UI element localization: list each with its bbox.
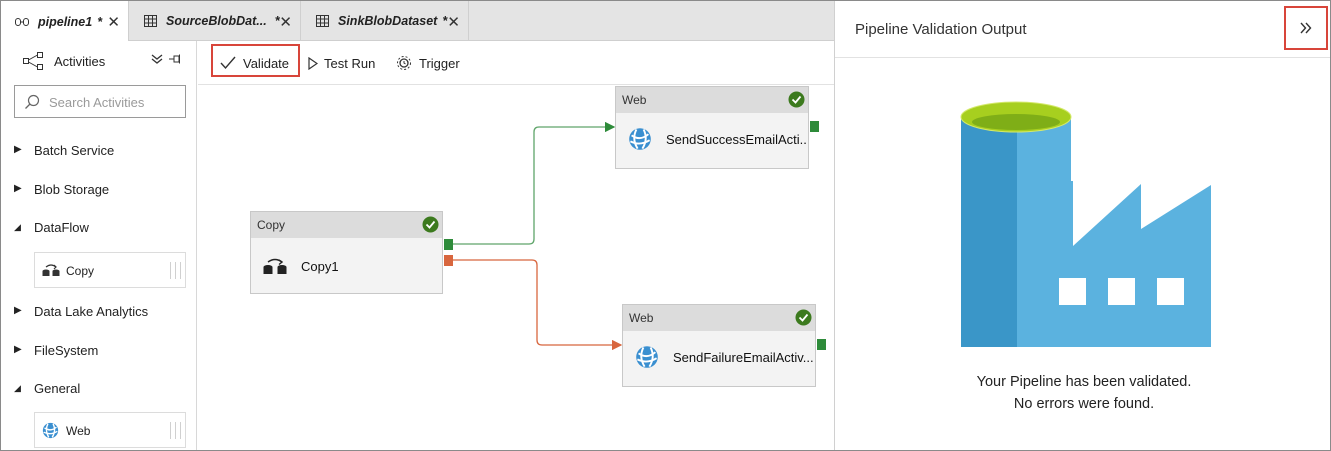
expand-arrow-icon: ▶ <box>14 183 22 194</box>
collapse-arrow-icon: ◢ <box>14 383 21 393</box>
category-dataflow[interactable]: ◢ DataFlow <box>1 213 197 243</box>
validate-button[interactable]: Validate <box>220 41 289 85</box>
copy-activity-icon <box>42 263 60 280</box>
category-data-lake-analytics[interactable]: ▶ Data Lake Analytics <box>1 297 197 327</box>
output-port[interactable] <box>817 339 826 350</box>
node-name-label: SendSuccessEmailActi... <box>666 132 808 147</box>
tab-pipeline1[interactable]: pipeline1 * ✕ <box>1 1 129 42</box>
activities-panel: Activities ▶ Batch Service ▶ Blob Storag… <box>1 41 197 450</box>
success-output-port[interactable] <box>444 239 453 250</box>
checkmark-icon <box>220 56 236 70</box>
activity-item-label: Web <box>66 424 91 438</box>
drag-handle-icon[interactable] <box>170 422 181 439</box>
test-run-button[interactable]: Test Run <box>308 41 375 85</box>
web-activity-icon <box>42 422 59 442</box>
activity-item-label: Copy <box>66 264 95 278</box>
search-icon <box>24 94 40 113</box>
send-failure-email-node[interactable]: Web SendFailureEmailActiv... <box>622 304 816 387</box>
collapse-arrow-icon: ◢ <box>14 222 21 232</box>
expand-arrow-icon: ▶ <box>14 144 22 155</box>
category-blob-storage[interactable]: ▶ Blob Storage <box>1 175 197 205</box>
validation-message-line2: No errors were found. <box>1013 396 1155 412</box>
validation-output-panel: Pipeline Validation Output Your Pipeline… <box>834 1 1330 450</box>
validate-label: Validate <box>243 55 290 71</box>
tab-sink-blob-dataset[interactable]: SinkBlobDataset * ✕ <box>301 1 469 41</box>
trigger-gear-icon <box>396 55 412 71</box>
table-icon <box>143 14 157 28</box>
failure-connector <box>452 259 623 351</box>
node-type-label: Web <box>622 93 647 107</box>
category-label: Blob Storage <box>34 182 110 197</box>
category-label: FileSystem <box>34 343 99 358</box>
expand-arrow-icon: ▶ <box>14 305 22 316</box>
close-icon[interactable]: ✕ <box>447 13 460 31</box>
category-label: Data Lake Analytics <box>34 304 149 319</box>
activities-title: Activities <box>54 54 106 69</box>
trigger-button[interactable]: Trigger <box>396 41 460 85</box>
test-run-label: Test Run <box>324 55 376 71</box>
pipeline-icon <box>15 15 29 29</box>
validated-check-icon <box>795 309 812 329</box>
table-icon <box>315 14 329 28</box>
pipeline-toolbar: Validate Test Run Trigger <box>198 41 834 85</box>
collapse-panel-button[interactable] <box>1284 6 1328 50</box>
tab-label: SinkBlobDataset <box>338 14 438 28</box>
node-header: Web <box>623 305 815 331</box>
data-factory-icon <box>960 101 1211 347</box>
node-type-label: Web <box>629 311 654 325</box>
activity-item-web[interactable]: Web <box>34 412 186 448</box>
send-success-email-node[interactable]: Web SendSuccessEmailActi... <box>615 86 809 169</box>
web-activity-icon <box>628 127 652 154</box>
node-name-label: SendFailureEmailActiv... <box>673 350 814 365</box>
search-activities-box[interactable] <box>14 85 186 118</box>
category-label: General <box>34 381 81 396</box>
copy-activity-icon <box>263 257 287 278</box>
tab-label: pipeline1 <box>38 14 93 29</box>
tab-label: SourceBlobDat... <box>166 14 267 28</box>
play-icon <box>308 56 318 70</box>
failure-output-port[interactable] <box>444 255 453 266</box>
tab-modified-marker: * <box>97 14 103 29</box>
category-label: DataFlow <box>34 220 89 235</box>
copy-activity-node[interactable]: Copy Copy1 <box>250 211 443 294</box>
panel-title: Pipeline Validation Output <box>855 21 1027 38</box>
tab-source-blob-dataset[interactable]: SourceBlobDat... * ✕ <box>129 1 301 41</box>
validation-message-line1: Your Pipeline has been validated. <box>976 374 1192 390</box>
pin-icon[interactable] <box>169 53 181 68</box>
category-batch-service[interactable]: ▶ Batch Service <box>1 136 197 166</box>
output-port[interactable] <box>810 121 819 132</box>
category-filesystem[interactable]: ▶ FileSystem <box>1 336 197 366</box>
validated-check-icon <box>788 91 805 111</box>
expand-arrow-icon: ▶ <box>14 344 22 355</box>
search-activities-input[interactable] <box>49 92 179 112</box>
close-icon[interactable]: ✕ <box>107 13 120 31</box>
pipeline-canvas[interactable]: Copy Copy1 Web SendSuccessEmailActi... W… <box>198 86 834 450</box>
node-name-label: Copy1 <box>301 259 339 274</box>
activities-icon <box>23 52 43 73</box>
node-type-label: Copy <box>257 218 286 232</box>
success-connector <box>452 121 616 245</box>
validated-check-icon <box>422 216 439 236</box>
tab-bar: pipeline1 * ✕ SourceBlobDat... * ✕ SinkB… <box>1 1 834 42</box>
activity-item-copy[interactable]: Copy <box>34 252 186 288</box>
web-activity-icon <box>635 345 659 372</box>
collapse-all-icon[interactable] <box>151 53 163 68</box>
panel-header: Pipeline Validation Output <box>835 1 1330 58</box>
category-label: Batch Service <box>34 143 115 158</box>
adf-editor-window: pipeline1 * ✕ SourceBlobDat... * ✕ SinkB… <box>0 0 1331 451</box>
double-chevron-right-icon <box>1300 22 1312 34</box>
node-header: Web <box>616 87 808 113</box>
trigger-label: Trigger <box>419 55 460 71</box>
category-general[interactable]: ◢ General <box>1 374 197 404</box>
activities-header: Activities <box>1 41 197 83</box>
node-header: Copy <box>251 212 442 238</box>
close-icon[interactable]: ✕ <box>279 13 292 31</box>
drag-handle-icon[interactable] <box>170 262 181 279</box>
